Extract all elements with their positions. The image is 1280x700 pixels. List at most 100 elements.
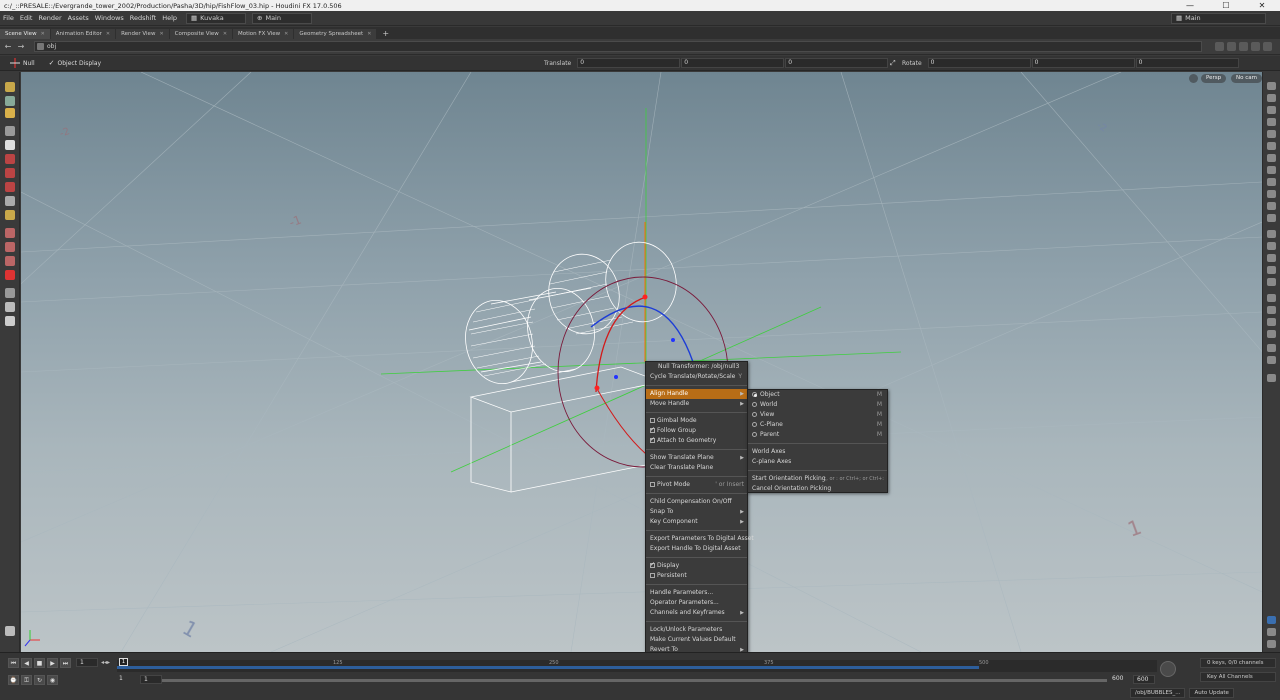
handle-knob[interactable]	[671, 338, 675, 342]
close-icon[interactable]: ✕	[41, 29, 45, 39]
frame-range-slider[interactable]	[162, 679, 1107, 682]
step-arrows-icon[interactable]: ◂◂▸	[101, 659, 110, 666]
arrow-icon[interactable]	[1267, 278, 1276, 286]
close-icon[interactable]: ✕	[223, 29, 227, 39]
move-tool-icon[interactable]	[5, 154, 15, 164]
menu-export-handle[interactable]: Export Handle To Digital Asset	[646, 544, 747, 554]
close-button[interactable]: ✕	[1244, 0, 1280, 11]
display-options-icon[interactable]	[5, 626, 15, 636]
shelf-set-dropdown[interactable]: ▦ Kuvaka	[186, 12, 247, 24]
menu-attach-geometry[interactable]: Attach to Geometry	[646, 435, 747, 446]
scale-tool-icon[interactable]	[5, 182, 15, 192]
background-icon[interactable]	[1267, 374, 1276, 382]
viewport-lock-icon[interactable]	[1189, 74, 1198, 83]
handle-knob[interactable]	[594, 385, 600, 391]
menu-edit[interactable]: Edit	[17, 14, 36, 22]
object-display-checkbox[interactable]: ✓	[49, 59, 55, 67]
pose-tool-icon[interactable]	[5, 126, 15, 136]
vector-icon[interactable]	[1267, 330, 1276, 338]
menu-lock-unlock[interactable]: Lock/Unlock Parameters	[646, 625, 747, 635]
menu-export-params[interactable]: Export Parameters To Digital Asset	[646, 534, 754, 544]
layout-tool-icon[interactable]	[5, 288, 15, 298]
magnet-tool-icon[interactable]	[5, 242, 15, 252]
current-frame-field[interactable]: 1	[76, 658, 98, 667]
select-tool-icon[interactable]	[5, 82, 15, 92]
abc-icon[interactable]	[1267, 344, 1276, 352]
menu-display[interactable]: Display	[646, 560, 747, 571]
menu-align-handle[interactable]: Align Handle ▶	[646, 389, 747, 399]
end-frame-field[interactable]: 600	[1109, 675, 1131, 684]
tab-animation-editor[interactable]: Animation Editor ✕	[50, 29, 116, 39]
menu-operator-parameters[interactable]: Operator Parameters...	[646, 598, 747, 608]
start-frame-field[interactable]: 1	[116, 675, 138, 684]
menu-snap-to[interactable]: Snap To ▶	[646, 507, 747, 517]
gear-icon[interactable]	[1267, 202, 1276, 210]
bulb-icon[interactable]	[1267, 154, 1276, 162]
ghost-icon[interactable]	[1267, 178, 1276, 186]
menu-pivot-mode[interactable]: Pivot Mode ' or Insert	[646, 480, 747, 490]
desktop-dropdown[interactable]: ⊕ Main	[252, 12, 313, 24]
menu-clear-translate-plane[interactable]: Clear Translate Plane	[646, 463, 747, 473]
handle-tool-icon[interactable]	[5, 108, 15, 118]
jump-end-button[interactable]: ⏭	[60, 658, 71, 668]
display-tool-icon[interactable]	[5, 316, 15, 326]
align-cplane-option[interactable]: C-Plane M	[748, 420, 887, 430]
network-path-status[interactable]: /obj/BUBBLES_...	[1130, 688, 1186, 698]
maximize-button[interactable]: ☐	[1208, 0, 1244, 11]
rotate-z-handle[interactable]	[590, 305, 694, 363]
translate-x-field[interactable]: 0	[577, 58, 681, 68]
arrow-icon[interactable]	[1267, 266, 1276, 274]
screenshot-icon[interactable]	[1267, 640, 1276, 648]
audio-icon[interactable]: ◉	[47, 675, 58, 685]
align-parent-option[interactable]: Parent M	[748, 430, 887, 440]
pin-icon[interactable]	[1215, 42, 1224, 51]
close-icon[interactable]: ✕	[284, 29, 288, 39]
forward-arrow-icon[interactable]: →	[16, 42, 26, 51]
minimize-button[interactable]: —	[1172, 0, 1208, 11]
rotate-x-field[interactable]: 0	[927, 58, 1031, 68]
select-icon[interactable]	[1267, 214, 1276, 222]
align-object-option[interactable]: Object M	[748, 390, 887, 400]
menu-cycle-transform[interactable]: Cycle Translate/Rotate/Scale Y	[646, 372, 747, 382]
persp-camera-menu[interactable]: Persp	[1201, 74, 1227, 83]
rotate-y-field[interactable]: 0	[1031, 58, 1135, 68]
handle-knob[interactable]	[614, 375, 618, 379]
camera-icon[interactable]	[1267, 628, 1276, 636]
menu-redshift[interactable]: Redshift	[127, 14, 159, 22]
menu-gimbal-mode[interactable]: Gimbal Mode	[646, 416, 747, 426]
maximize-pane-icon[interactable]	[1263, 42, 1272, 51]
network-path-field[interactable]: obj	[34, 41, 1202, 52]
menu-assets[interactable]: Assets	[65, 14, 92, 22]
start-frame-field-2[interactable]: 1	[140, 675, 162, 684]
paint-tool-icon[interactable]	[5, 210, 15, 220]
arrow-icon[interactable]	[1267, 230, 1276, 238]
align-view-option[interactable]: View M	[748, 410, 887, 420]
back-arrow-icon[interactable]: ←	[3, 42, 13, 51]
snap-tool-icon[interactable]	[5, 196, 15, 206]
tab-render-view[interactable]: Render View ✕	[116, 29, 169, 39]
transform-tool-icon[interactable]	[5, 140, 15, 150]
translate-z-field[interactable]: 0	[785, 58, 889, 68]
measure-tool-icon[interactable]	[5, 302, 15, 312]
current-frame-marker[interactable]: 1	[119, 658, 128, 666]
display-icon[interactable]	[1267, 82, 1276, 90]
key-handle-icon[interactable]	[1160, 661, 1176, 677]
grab-tool-icon[interactable]	[5, 256, 15, 266]
loop-icon[interactable]: ↻	[34, 675, 45, 685]
menu-follow-group[interactable]: Follow Group	[646, 425, 747, 436]
view-tool-icon[interactable]	[5, 96, 15, 106]
cancel-orientation-picking[interactable]: Cancel Orientation Picking	[748, 484, 887, 494]
play-button[interactable]: ▶	[47, 658, 58, 668]
world-axes-option[interactable]: World Axes	[748, 447, 887, 457]
desktop-right-dropdown[interactable]: ▦ Main	[1171, 12, 1266, 24]
realtime-toggle-icon[interactable]: ⌚	[8, 675, 19, 685]
jump-start-button[interactable]: ⏮	[8, 658, 19, 668]
menu-persistent[interactable]: Persistent	[646, 571, 747, 581]
location-icon[interactable]	[1267, 166, 1276, 174]
timeline-track[interactable]: 125 250 375 500 1	[117, 658, 1157, 672]
camera-icon[interactable]	[1239, 42, 1248, 51]
align-world-option[interactable]: World M	[748, 400, 887, 410]
tab-scene-view[interactable]: Scene View ✕	[0, 29, 50, 39]
menu-show-translate-plane[interactable]: Show Translate Plane ▶	[646, 453, 747, 463]
menu-move-handle[interactable]: Move Handle ▶	[646, 399, 747, 409]
